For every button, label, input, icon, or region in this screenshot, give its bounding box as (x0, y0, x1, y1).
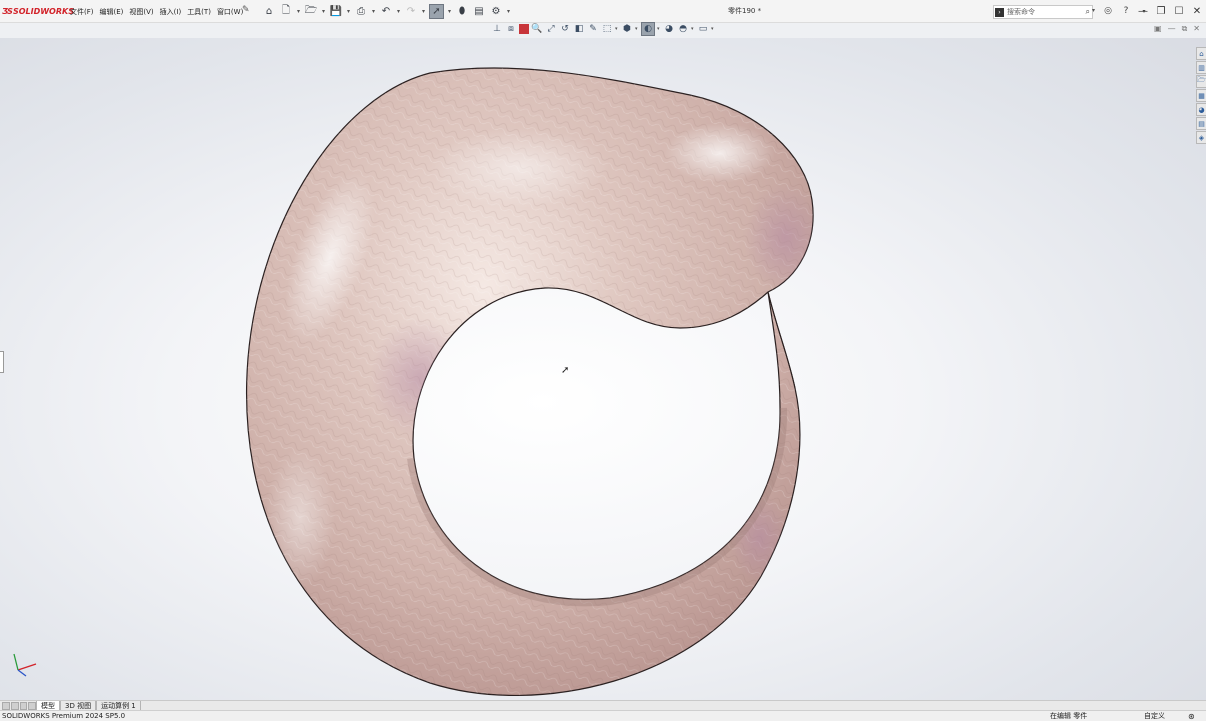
view-palette-icon[interactable]: ▦ (1196, 89, 1206, 102)
version-text: SOLIDWORKS Premium 2024 SP5.0 (2, 712, 126, 720)
select-dropdown-icon[interactable]: ▾ (447, 5, 452, 19)
display-style-dropdown-icon[interactable]: ▾ (635, 26, 639, 32)
viewport-restore-icon[interactable]: ▣ (1154, 24, 1162, 34)
open-icon[interactable]: 🗁 (304, 5, 318, 19)
zoom-area-icon[interactable]: ⤢ (545, 23, 557, 35)
section-icon[interactable]: ◧ (573, 23, 585, 35)
standard-toolbar: ⌂ 🗋 ▾ 🗁 ▾ 💾 ▾ ⎙ ▾ ↶ ▾ ↷ ▾ ➚ ▾ ⬮ ▤ ⚙ ▾ (262, 4, 511, 19)
status-bar: SOLIDWORKS Premium 2024 SP5.0 在编辑 零件 自定义… (0, 710, 1206, 721)
search-commands[interactable]: › 搜索命令 ⌕ (993, 5, 1093, 19)
solidworks-logo[interactable]: ƷS SOLIDWORKS (2, 5, 74, 17)
display-color-icon[interactable] (519, 24, 529, 34)
document-title: 零件190 * (728, 7, 762, 15)
viewport-minimize-icon[interactable]: — (1168, 24, 1176, 34)
mouse-cursor-icon: ➚ (561, 365, 570, 376)
feature-tree-collapse-handle[interactable] (0, 351, 4, 373)
apply-scene-dropdown-icon[interactable]: ▾ (691, 26, 695, 32)
prev-tab-icon[interactable] (10, 702, 19, 710)
command-search-icon: › (995, 7, 1004, 17)
print-dropdown-icon[interactable]: ▾ (371, 5, 376, 19)
undo-icon[interactable]: ↶ (379, 5, 393, 19)
redo-icon[interactable]: ↷ (404, 5, 418, 19)
viewport-controls: ▣ — ⧉ ✕ (1154, 24, 1200, 34)
heads-up-view-toolbar: ⊥ ⧈ 🔍 ⤢ ↺ ◧ ✎ ⬚ ▾ ⬢ ▾ ◐ ▾ ◕ ◓ ▾ ▭ ▾ (491, 22, 715, 36)
search-icon[interactable]: ⌕ (1086, 7, 1090, 17)
next-tab-icon[interactable] (19, 702, 28, 710)
title-bar: ƷS SOLIDWORKS 文件(F) 编辑(E) 视图(V) 插入(I) 工具… (0, 0, 1206, 23)
home-icon[interactable]: ⌂ (262, 5, 276, 19)
3d-model-viewport[interactable] (0, 38, 1206, 700)
display-style-icon[interactable]: ⬢ (621, 23, 633, 35)
view-settings-dropdown-icon[interactable]: ▾ (711, 26, 715, 32)
open-dropdown-icon[interactable]: ▾ (321, 5, 326, 19)
undo-dropdown-icon[interactable]: ▾ (396, 5, 401, 19)
options-dropdown-icon[interactable]: ▾ (506, 5, 511, 19)
last-tab-icon[interactable] (28, 702, 36, 710)
edit-appearance-icon[interactable]: ◕ (663, 23, 675, 35)
redo-dropdown-icon[interactable]: ▾ (421, 5, 426, 19)
pin-menu-icon[interactable]: ✎ (242, 5, 250, 15)
zoom-to-fit-icon[interactable]: 🔍 (531, 23, 543, 35)
new-dropdown-icon[interactable]: ▾ (296, 5, 301, 19)
account-icon[interactable]: ◎ (1102, 5, 1114, 17)
file-properties-icon[interactable]: ▤ (472, 5, 486, 19)
viewport-tile-icon[interactable]: ⧉ (1182, 24, 1188, 34)
search-dropdown-icon[interactable]: ▾ (1092, 7, 1095, 14)
previous-view-icon[interactable]: ↺ (559, 23, 571, 35)
task-pane-tabs: ⌂ ▥ 🗁 ▦ ◕ ▤ ◈ (1196, 47, 1206, 144)
menu-bar: 文件(F) 编辑(E) 视图(V) 插入(I) 工具(T) 窗口(W) (70, 7, 243, 17)
rebuild-icon[interactable]: ⬮ (455, 5, 469, 19)
options-gear-icon[interactable]: ⚙ (489, 5, 503, 19)
hide-show-dropdown-icon[interactable]: ▾ (657, 26, 661, 32)
view-triad-icon[interactable]: ⊥ (491, 23, 503, 35)
menu-edit[interactable]: 编辑(E) (100, 7, 124, 17)
menu-tools[interactable]: 工具(T) (187, 7, 211, 17)
dynamic-annotation-icon[interactable]: ✎ (587, 23, 599, 35)
select-pointer-icon[interactable]: ➚ (429, 4, 444, 19)
file-explorer-icon[interactable]: 🗁 (1196, 75, 1206, 88)
restore-icon[interactable]: ❐ (1152, 0, 1170, 22)
apply-scene-icon[interactable]: ◓ (677, 23, 689, 35)
close-icon[interactable]: ✕ (1188, 0, 1206, 22)
new-document-icon[interactable]: 🗋 (279, 5, 293, 19)
print-icon[interactable]: ⎙ (354, 5, 368, 19)
status-help-icon[interactable]: ⊛ (1188, 712, 1195, 721)
menu-insert[interactable]: 插入(I) (160, 7, 182, 17)
view-orientation-dropdown-icon[interactable]: ▾ (615, 26, 619, 32)
save-icon[interactable]: 💾 (329, 5, 343, 19)
graphics-area[interactable]: ➚ (0, 38, 1206, 700)
reference-triad-icon (13, 653, 37, 677)
menu-window[interactable]: 窗口(W) (217, 7, 243, 17)
save-dropdown-icon[interactable]: ▾ (346, 5, 351, 19)
solidworks-forum-icon[interactable]: ◈ (1196, 131, 1206, 144)
minimize-icon[interactable]: — (1134, 0, 1152, 22)
appearances-icon[interactable]: ◕ (1196, 103, 1206, 116)
custom-properties-icon[interactable]: ▤ (1196, 117, 1206, 130)
logo-text: SOLIDWORKS (12, 6, 74, 16)
viewport-close-icon[interactable]: ✕ (1193, 24, 1200, 34)
hide-show-icon[interactable]: ◐ (641, 22, 655, 36)
menu-view[interactable]: 视图(V) (129, 7, 153, 17)
view-settings-icon[interactable]: ▭ (697, 23, 709, 35)
search-input[interactable]: 搜索命令 (1007, 7, 1086, 17)
help-icon[interactable]: ? (1120, 5, 1132, 17)
window-controls: — ❐ ☐ ✕ (1134, 0, 1206, 22)
solidworks-resources-icon[interactable]: ⌂ (1196, 47, 1206, 60)
design-library-icon[interactable]: ▥ (1196, 61, 1206, 74)
first-tab-icon[interactable] (2, 702, 10, 710)
view-orientation-icon[interactable]: ⬚ (601, 23, 613, 35)
maximize-icon[interactable]: ☐ (1170, 0, 1188, 22)
ds-logo-icon: ƷS (2, 6, 13, 16)
menu-file[interactable]: 文件(F) (70, 7, 94, 17)
section-view-icon[interactable]: ⧈ (505, 23, 517, 35)
